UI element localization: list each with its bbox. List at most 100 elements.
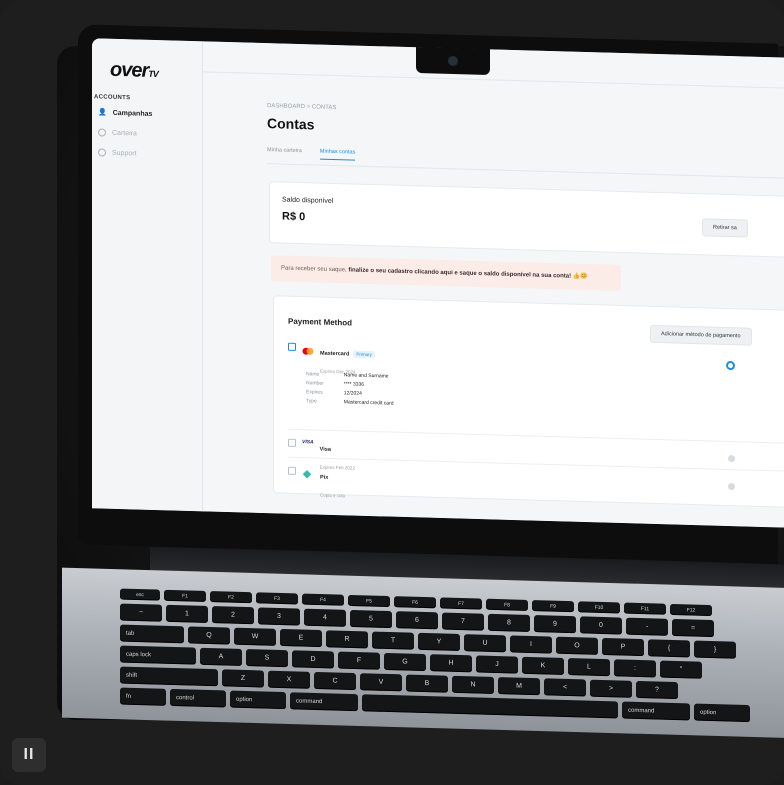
key: option: [230, 690, 286, 710]
key: <: [544, 678, 586, 697]
key: J: [476, 655, 518, 674]
key: [362, 694, 618, 719]
key: fn: [120, 687, 166, 706]
key: R: [326, 630, 368, 649]
expand-checkbox[interactable]: [288, 466, 296, 475]
key: F5: [348, 594, 390, 608]
key: A: [200, 647, 242, 666]
key: T: [372, 631, 414, 650]
key: F8: [486, 598, 528, 611]
key: F: [338, 651, 380, 670]
payment-method-card: Payment Method Adicionar método de pagam…: [273, 295, 784, 509]
payment-method-title: Payment Method: [288, 316, 353, 328]
visa-icon: VISA: [302, 439, 314, 446]
add-payment-method-button[interactable]: Adicionar método de pagamento: [650, 324, 752, 346]
wallet-icon: [98, 128, 106, 137]
balance-card: Saldo disponível R$ 0 Retirar sa: [269, 181, 784, 259]
key: I: [510, 635, 552, 654]
key: E: [280, 628, 322, 648]
key: 4: [304, 608, 346, 627]
key: {: [648, 639, 690, 658]
key: esc: [120, 588, 160, 601]
radio-pix[interactable]: [728, 482, 735, 491]
key: F12: [670, 603, 712, 617]
radio-visa[interactable]: [728, 454, 735, 463]
key: caps lock: [120, 645, 196, 665]
key: F2: [210, 591, 252, 604]
key: M: [498, 677, 540, 696]
key: N: [452, 675, 494, 694]
key: }: [694, 640, 736, 659]
video-frame: overTV ACCOUNTS 👤 Campanhas Carteira Supp…: [0, 0, 784, 785]
tab-minhas-contas[interactable]: Minhas contas: [319, 148, 356, 161]
key: :: [614, 659, 656, 678]
main-content: DASHBOARD > CONTAS Contas Minha carteira…: [203, 41, 784, 528]
withdraw-button[interactable]: Retirar sa: [702, 218, 748, 238]
sidebar-item-campanhas[interactable]: 👤 Campanhas: [98, 108, 152, 118]
payment-row-pix[interactable]: Pix Copia e cola: [288, 465, 345, 503]
key: command: [622, 701, 690, 721]
sidebar-section-title: ACCOUNTS: [94, 94, 131, 102]
key: 3: [258, 607, 300, 626]
key: C: [314, 671, 356, 691]
user-icon: 👤: [98, 109, 107, 117]
tabs: Minha carteira Minhas contas: [267, 147, 356, 161]
card-details: Name Name and Surname Number **** 3336 Exp…: [304, 369, 414, 410]
key: ": [660, 660, 702, 679]
key: 5: [350, 609, 392, 629]
balance-label: Saldo disponível: [282, 196, 334, 205]
key: F9: [532, 600, 574, 613]
key: U: [464, 634, 506, 653]
key: D: [292, 650, 334, 669]
primary-badge: Primary: [353, 350, 375, 359]
pause-button[interactable]: II: [12, 738, 46, 772]
tab-minha-carteira[interactable]: Minha carteira: [267, 147, 302, 159]
key: F1: [164, 589, 206, 602]
sidebar: overTV ACCOUNTS 👤 Campanhas Carteira Supp…: [92, 38, 203, 512]
alert-banner[interactable]: Para receber seu saque, finalize o seu c…: [271, 255, 621, 291]
breadcrumb: DASHBOARD > CONTAS: [267, 103, 336, 111]
page-title: Contas: [267, 115, 315, 133]
keyboard: esc F1 F2 F3 F4 F5 F6 F7 F8 F9 F10 F11 F12 ~1 2 3 4 5 6 7 8…: [120, 588, 784, 733]
key: Q: [188, 626, 230, 645]
key: S: [246, 649, 288, 668]
key: -: [626, 617, 668, 636]
expand-checkbox[interactable]: [288, 438, 296, 447]
laptop-screen: overTV ACCOUNTS 👤 Campanhas Carteira Supp…: [92, 38, 784, 528]
detail-label: Type: [306, 398, 317, 405]
mastercard-icon: [302, 342, 314, 355]
header-divider: [203, 71, 784, 89]
sidebar-item-label: Support: [112, 149, 137, 157]
key: H: [430, 654, 472, 673]
key: V: [360, 673, 402, 692]
expand-checkbox[interactable]: [288, 342, 296, 351]
radio-mastercard[interactable]: [726, 360, 735, 371]
key: B: [406, 674, 448, 693]
payment-name: Visa: [319, 446, 331, 453]
key: 2: [212, 606, 254, 625]
alert-text: Para receber seu saque,: [281, 265, 349, 274]
breadcrumb-root[interactable]: DASHBOARD: [267, 103, 305, 110]
sidebar-item-label: Campanhas: [112, 109, 153, 118]
key: 9: [534, 615, 576, 634]
sidebar-item-carteira[interactable]: Carteira: [98, 128, 137, 137]
key: 7: [442, 612, 484, 631]
key: F3: [256, 592, 298, 605]
sidebar-item-support[interactable]: Support: [98, 148, 137, 157]
key: W: [234, 627, 276, 646]
logo-text: over: [110, 58, 149, 82]
alert-link[interactable]: finalize o seu cadastro clicando aqui e …: [348, 267, 571, 279]
key: F7: [440, 597, 482, 610]
key: F6: [394, 596, 436, 609]
key: 1: [166, 604, 208, 623]
key: L: [568, 658, 610, 677]
detail-value: 12/2024: [343, 390, 362, 397]
camera-icon: [448, 55, 458, 67]
key: P: [602, 637, 644, 657]
key: O: [556, 636, 598, 655]
divider: [288, 428, 784, 444]
key: Z: [222, 669, 264, 688]
overtv-logo[interactable]: overTV: [110, 59, 158, 83]
key: shift: [120, 666, 218, 687]
detail-value: Name and Surname: [343, 372, 389, 380]
